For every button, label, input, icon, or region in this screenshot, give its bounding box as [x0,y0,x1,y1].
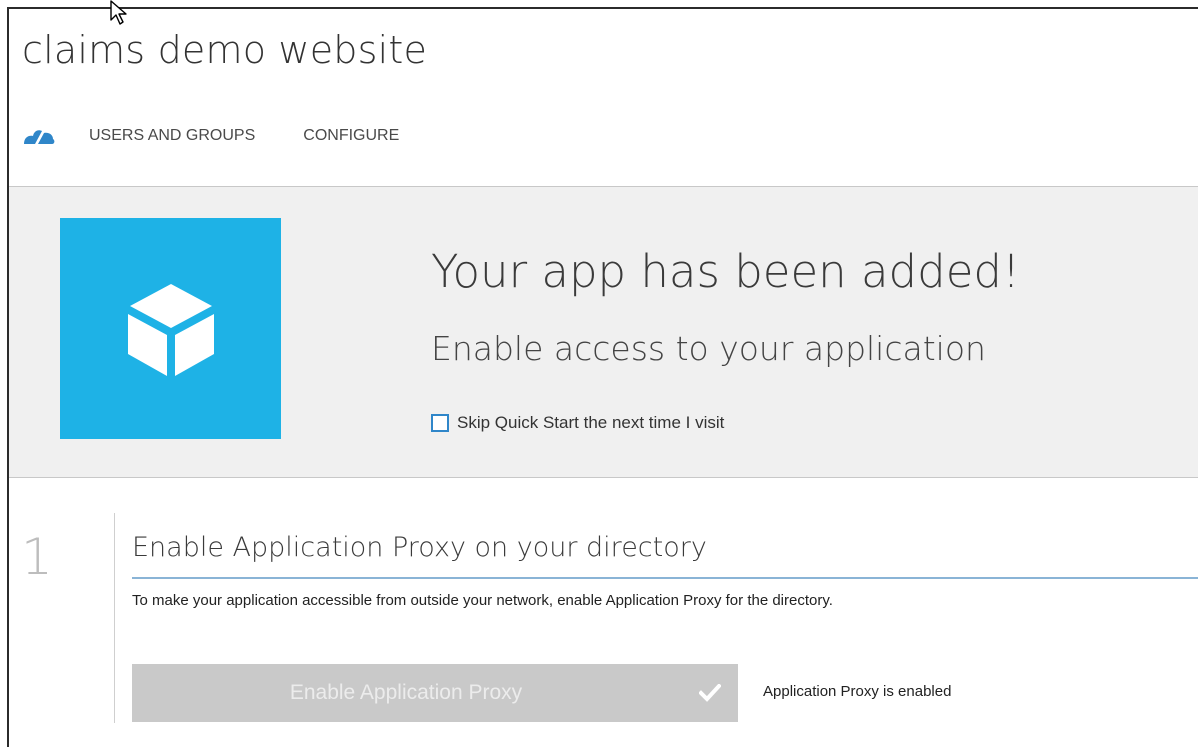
skip-quick-start-label[interactable]: Skip Quick Start the next time I visit [457,413,724,433]
enable-application-proxy-button[interactable]: Enable Application Proxy [132,664,738,722]
skip-quick-start-row[interactable]: Skip Quick Start the next time I visit [431,413,724,433]
proxy-status-text: Application Proxy is enabled [763,683,952,700]
app-tile [60,218,281,439]
nav-users-and-groups[interactable]: USERS AND GROUPS [89,127,255,145]
quick-start-banner: Your app has been added! Enable access t… [9,187,1198,478]
app-title: claims demo website [22,28,428,72]
app-nav: USERS AND GROUPS CONFIGURE [22,123,447,149]
hero-subtitle: Enable access to your application [431,329,986,368]
enable-application-proxy-label: Enable Application Proxy [289,681,523,704]
mouse-cursor-icon [110,0,127,25]
quickstart-cloud-icon[interactable] [22,126,56,146]
checkmark-icon [682,664,738,722]
step-description: To make your application accessible from… [132,592,833,609]
nav-configure[interactable]: CONFIGURE [303,127,399,145]
cube-icon [128,284,214,376]
step-number: 1 [21,528,53,586]
step-title: Enable Application Proxy on your directo… [132,532,707,563]
skip-quick-start-checkbox[interactable] [431,414,449,432]
hero-title: Your app has been added! [431,245,1020,298]
step-divider [114,513,115,723]
step-title-underline [132,577,1198,579]
step-enable-application-proxy: 1 Enable Application Proxy on your direc… [9,478,1198,747]
